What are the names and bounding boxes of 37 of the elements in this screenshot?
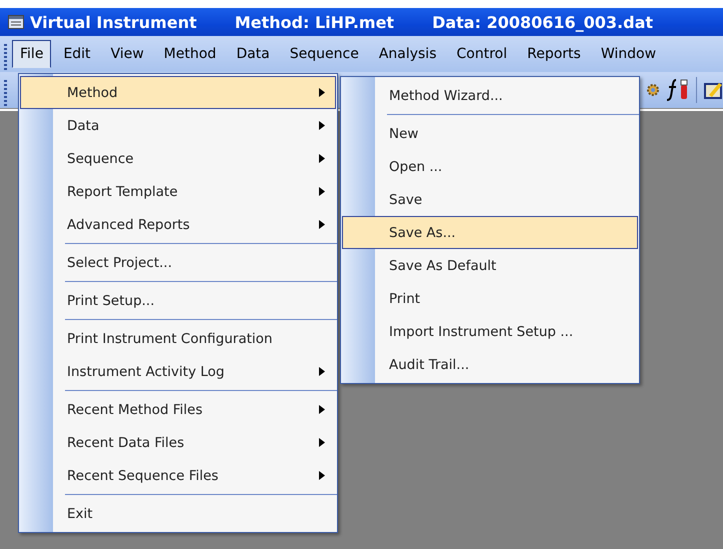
menu-bar-item[interactable]: View	[102, 40, 152, 68]
window-icon	[8, 15, 24, 29]
menu-item[interactable]: Report Template	[20, 175, 336, 208]
menu-item[interactable]: Exit	[20, 497, 336, 530]
menu-item[interactable]: Recent Method Files	[20, 393, 336, 426]
menu-item[interactable]: Recent Sequence Files	[20, 459, 336, 492]
menu-item[interactable]: Method	[20, 76, 336, 109]
menu-item[interactable]: Import Instrument Setup ...	[342, 315, 638, 348]
menu-bar-item[interactable]: Data	[228, 40, 278, 68]
menu-bar-item[interactable]: Edit	[55, 40, 99, 68]
menu-item[interactable]: Method Wizard...	[342, 79, 638, 112]
menu-item[interactable]: Select Project...	[20, 246, 336, 279]
menu-item[interactable]: Recent Data Files	[20, 426, 336, 459]
menu-item[interactable]: Sequence	[20, 142, 336, 175]
menu-bar-item[interactable]: Method	[156, 40, 224, 68]
function-tube-icon[interactable]	[666, 77, 690, 103]
menu-bar-item[interactable]: Control	[448, 40, 516, 68]
menu-item[interactable]: Advanced Reports	[20, 208, 336, 241]
menu-item[interactable]: New	[342, 117, 638, 150]
menu-item[interactable]: Instrument Activity Log	[20, 355, 336, 388]
data-file-name: Data: 20080616_003.dat	[432, 12, 654, 32]
menu-item[interactable]: Print Instrument Configuration	[20, 322, 336, 355]
menu-item[interactable]: Audit Trail...	[342, 348, 638, 381]
menu-item[interactable]: Save As Default	[342, 249, 638, 282]
menu-bar-item[interactable]: File	[12, 40, 52, 68]
menu-item[interactable]: Data	[20, 109, 336, 142]
menu-bar-item[interactable]: Window	[592, 40, 664, 68]
menu-bar-item[interactable]: Sequence	[282, 40, 367, 68]
menu-item[interactable]: Open ...	[342, 150, 638, 183]
menu-item[interactable]: Print Setup...	[20, 284, 336, 317]
menu-item[interactable]: Save As...	[342, 216, 638, 249]
method-name: Method: LiHP.met	[234, 12, 394, 32]
menu-bar-item[interactable]: Reports	[519, 40, 589, 68]
menu-item[interactable]: Print	[342, 282, 638, 315]
window-title: Virtual Instrument	[30, 12, 197, 32]
menu-item[interactable]: Save	[342, 183, 638, 216]
menu-bar-item[interactable]: Analysis	[370, 40, 444, 68]
